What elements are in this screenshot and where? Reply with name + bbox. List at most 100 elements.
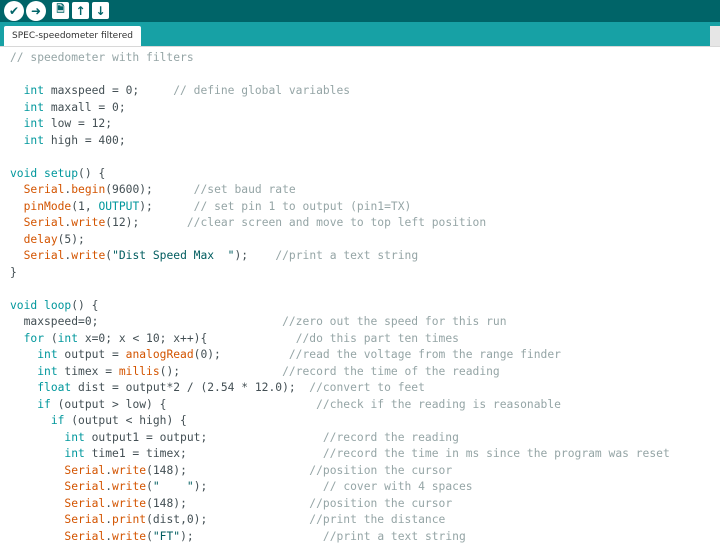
code-line: int high = 400; <box>10 133 126 149</box>
code-token: void <box>10 298 38 312</box>
toolbar: ✔ ➜ 🗎 ↑ ↓ <box>0 0 720 22</box>
code-token: for <box>23 331 45 345</box>
code-token: time1 = timex; <box>84 447 323 460</box>
code-token: Serial <box>64 513 106 526</box>
code-line: Serial.write("Dist Speed Max "); //print… <box>10 248 419 264</box>
code-token: write <box>112 480 147 493</box>
code-token: ); <box>193 480 323 493</box>
code-token: (output > low) { <box>50 397 317 411</box>
code-token: ( <box>146 529 153 543</box>
code-token: Serial <box>23 216 65 229</box>
code-token: dist = output*2 / (2.54 * 12.0); <box>71 381 310 394</box>
verify-button[interactable]: ✔ <box>4 1 24 21</box>
code-token: (0); <box>193 348 289 361</box>
code-token: delay <box>23 232 58 246</box>
code-line: pinMode(1, OUTPUT); // set pin 1 to outp… <box>10 199 412 215</box>
code-token: //zero out the speed for this run <box>282 315 507 328</box>
arrow-down-icon: ↓ <box>95 3 106 18</box>
code-token: () { <box>78 166 106 180</box>
code-token: int <box>37 348 58 361</box>
code-token: maxspeed = 0; <box>44 84 174 97</box>
code-token: } <box>10 265 17 279</box>
code-token: int <box>37 364 58 378</box>
code-line: void loop() { <box>10 298 98 314</box>
code-line: int maxspeed = 0; // define global varia… <box>10 83 350 99</box>
code-token: //do this part ten times <box>295 331 459 345</box>
code-line: Serial.write(148); //position the cursor <box>10 463 452 479</box>
code-line: int time1 = timex; //record the time in … <box>10 446 669 462</box>
code-token: //record the time of the reading <box>282 364 500 378</box>
code-token: int <box>23 133 45 147</box>
code-line: int maxall = 0; <box>10 100 126 116</box>
code-token: // define global variables <box>173 84 351 97</box>
code-token: //print the distance <box>309 513 446 526</box>
code-token: if <box>50 414 65 427</box>
open-button[interactable]: ↑ <box>72 2 89 19</box>
code-token: (9600); <box>105 183 194 196</box>
code-token: Serial <box>23 249 65 262</box>
code-token: // set pin 1 to output (pin1=TX) <box>193 199 412 213</box>
check-icon: ✔ <box>8 4 20 18</box>
arrow-right-icon: ➜ <box>30 4 42 18</box>
code-token: write <box>71 249 106 262</box>
code-token: ); <box>234 249 276 262</box>
code-line: float dist = output*2 / (2.54 * 12.0); /… <box>10 380 425 396</box>
code-token: //position the cursor <box>309 496 453 510</box>
tab-menu-button[interactable] <box>710 26 720 46</box>
tab-sketch[interactable]: SPEC-speedometer filtered <box>4 26 141 46</box>
code-token: analogRead <box>125 348 194 361</box>
code-token: print <box>112 513 147 526</box>
save-button[interactable]: ↓ <box>92 2 109 19</box>
code-line: int low = 12; <box>10 116 112 132</box>
code-line: delay(5); <box>10 232 85 248</box>
code-token: timex = <box>57 364 119 378</box>
code-line: if (output > low) { //check if the readi… <box>10 397 561 413</box>
code-line: int output1 = output; //record the readi… <box>10 430 458 446</box>
code-token: Serial <box>23 183 65 196</box>
code-editor[interactable]: // speedometer with filters int maxspeed… <box>0 46 720 543</box>
code-token: () { <box>71 298 99 312</box>
code-token: " " <box>152 480 194 493</box>
code-line: // speedometer with filters <box>10 50 194 66</box>
code-line: } <box>10 265 17 281</box>
code-token: write <box>112 496 147 510</box>
code-token: int <box>23 84 45 97</box>
upload-button[interactable]: ➜ <box>26 1 46 21</box>
code-line: Serial.write("FT"); //print a text strin… <box>10 529 465 545</box>
code-line: for (int x=0; x < 10; x++){ //do this pa… <box>10 331 459 347</box>
code-token: maxspeed=0; <box>10 315 283 328</box>
new-button[interactable]: 🗎 <box>52 2 69 19</box>
code-line: Serial.begin(9600); //set baud rate <box>10 182 296 198</box>
code-token: int <box>23 100 45 114</box>
code-token: write <box>112 463 147 477</box>
code-token: OUTPUT <box>98 199 140 213</box>
code-token: ); <box>180 529 323 543</box>
code-token: setup <box>44 166 79 180</box>
code-token: (output < high) { <box>64 414 187 427</box>
code-token: (148); <box>146 463 310 477</box>
tab-bar: SPEC-speedometer filtered <box>0 22 720 46</box>
document-icon: 🗎 <box>56 4 65 15</box>
code-token: Serial <box>64 480 106 493</box>
code-token: maxall = 0; <box>44 100 126 114</box>
code-token: ( <box>44 331 58 345</box>
code-token: (148); <box>146 496 310 510</box>
